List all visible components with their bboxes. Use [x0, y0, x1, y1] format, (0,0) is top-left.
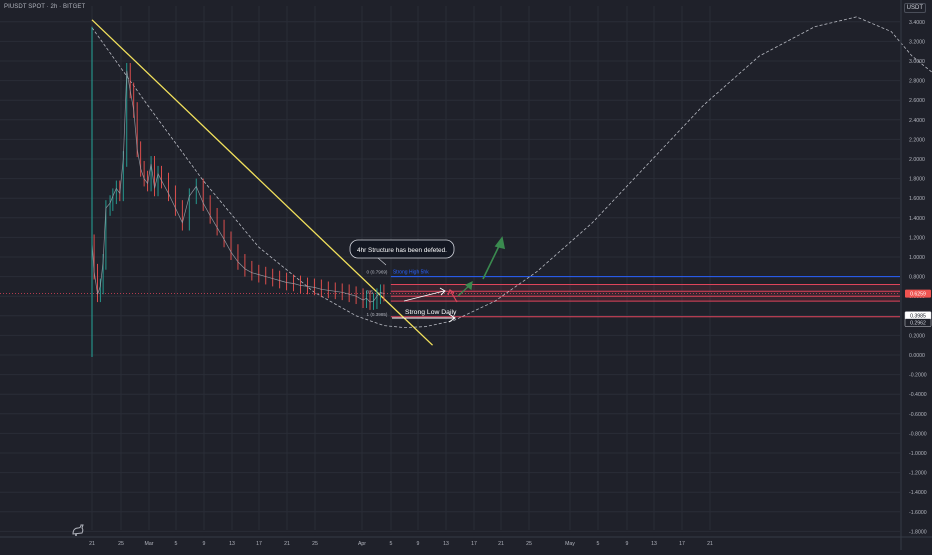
x-tick-label: 9 [417, 541, 420, 547]
x-tick-label: 9 [626, 541, 629, 547]
x-tick-label: 21 [707, 541, 713, 547]
fib-label: 0.5 [367, 289, 374, 294]
price-label-text: 0.2962 [910, 321, 926, 327]
y-tick-label: 2.4000 [909, 118, 925, 124]
symbol-title: PIUSDT SPOT · 2h · BITGET [4, 4, 86, 10]
y-tick-label: 0.2000 [909, 333, 925, 339]
y-tick-label: 3.4000 [909, 20, 925, 26]
x-tick-label: 21 [284, 541, 290, 547]
y-tick-label: 3.0000 [909, 59, 925, 65]
x-tick-label: 5 [175, 541, 178, 547]
price-chart[interactable]: Strong High 5hk 0 (0.7969) 0.5 1 (0.3985) 4… [0, 0, 932, 550]
x-tick-label: 21 [498, 541, 504, 547]
y-tick-label: 1.6000 [909, 196, 925, 202]
y-tick-label: 1.2000 [909, 235, 925, 241]
callout-pointer [377, 257, 387, 266]
axis-layer: 3.4000 3.2000 3.0000 2.8000 2.6000 2.4000 2.20… [0, 0, 932, 550]
y-tick-label: 1.8000 [909, 177, 925, 183]
x-tick-label: 17 [679, 541, 685, 547]
grid-layer [0, 6, 900, 532]
tradingview-logo-icon [72, 524, 84, 536]
y-tick-label: 2.6000 [909, 98, 925, 104]
y-tick-label: -0.6000 [909, 412, 927, 418]
projection-layer [91, 16, 932, 329]
projection-curve [91, 16, 932, 329]
y-tick-label: 0.0000 [909, 353, 925, 359]
y-tick-label: 2.8000 [909, 79, 925, 85]
y-tick-label: -0.8000 [909, 431, 927, 437]
chart-area[interactable]: Strong High 5hk 0 (0.7969) 0.5 1 (0.3985) 4… [0, 0, 932, 550]
level-label: Strong High 5hk [393, 270, 429, 276]
y-tick-label: 0.8000 [909, 275, 925, 281]
fib-label: 0 (0.7969) [367, 270, 388, 275]
x-tick-label: May [565, 541, 575, 547]
y-tick-label: -0.4000 [909, 392, 927, 398]
x-tick-label: 13 [651, 541, 657, 547]
x-tick-label: Apr [358, 541, 366, 547]
y-tick-label: 2.2000 [909, 137, 925, 143]
y-tick-label: -1.8000 [909, 529, 927, 535]
y-tick-label: -1.4000 [909, 490, 927, 496]
y-tick-label: 1.4000 [909, 216, 925, 222]
callout-text: 4hr Structure has been defeted. [357, 247, 447, 254]
x-tick-label: 25 [526, 541, 532, 547]
y-tick-label: -0.2000 [909, 373, 927, 379]
x-tick-label: 21 [89, 541, 95, 547]
fib-label: 1 (0.3985) [367, 312, 388, 317]
x-tick-label: 13 [443, 541, 449, 547]
y-tick-label: -1.2000 [909, 471, 927, 477]
y-tick-label: 2.0000 [909, 157, 925, 163]
y-tick-label: 1.0000 [909, 255, 925, 261]
x-tick-label: 17 [256, 541, 262, 547]
x-tick-label: 25 [312, 541, 318, 547]
x-tick-label: 25 [118, 541, 124, 547]
x-tick-label: 9 [203, 541, 206, 547]
x-tick-label: 13 [229, 541, 235, 547]
y-tick-label: 3.2000 [909, 39, 925, 45]
x-tick-label: 5 [390, 541, 393, 547]
current-price-text: 0.6259 [910, 292, 926, 298]
price-series-layer [91, 26, 385, 357]
y-tick-label: -1.0000 [909, 451, 927, 457]
x-tick-label: 17 [471, 541, 477, 547]
x-tick-label: Mar [145, 541, 154, 547]
x-tick-label: 5 [597, 541, 600, 547]
y-tick-label: -1.6000 [909, 510, 927, 516]
currency-label[interactable]: USDT [903, 3, 926, 13]
strong-low-label: Strong Low Daily [405, 309, 457, 316]
